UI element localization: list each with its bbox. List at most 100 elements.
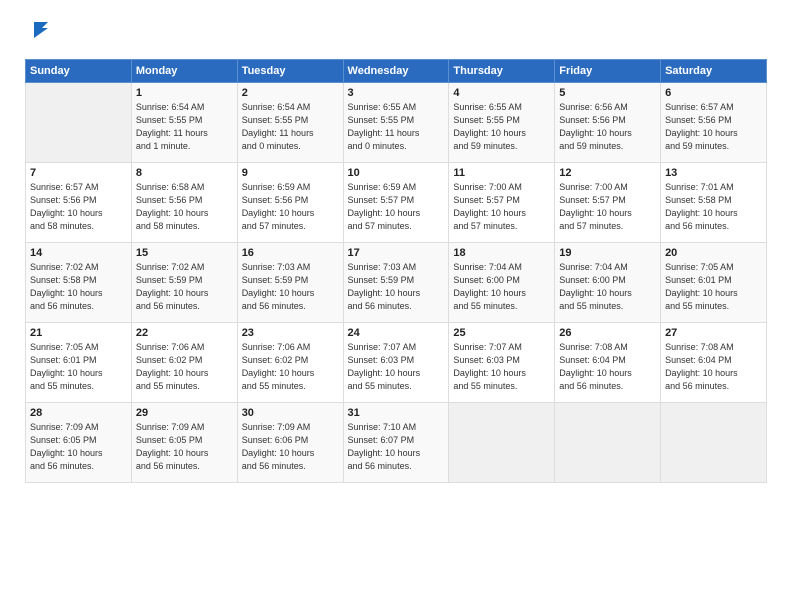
calendar-cell <box>449 403 555 483</box>
calendar-cell: 27 Sunrise: 7:08 AM Sunset: 6:04 PM Dayli… <box>661 323 767 403</box>
calendar-cell: 9 Sunrise: 6:59 AM Sunset: 5:56 PM Daylig… <box>237 163 343 243</box>
week-row-3: 14 Sunrise: 7:02 AM Sunset: 5:58 PM Dayli… <box>26 243 767 323</box>
day-number: 24 <box>348 327 445 339</box>
day-info: Sunrise: 6:58 AM Sunset: 5:56 PM Dayligh… <box>136 181 233 233</box>
calendar-cell: 10 Sunrise: 6:59 AM Sunset: 5:57 PM Dayli… <box>343 163 449 243</box>
calendar-cell: 26 Sunrise: 7:08 AM Sunset: 6:04 PM Dayli… <box>555 323 661 403</box>
header-cell-saturday: Saturday <box>661 60 767 83</box>
day-number: 17 <box>348 247 445 259</box>
day-number: 30 <box>242 407 339 419</box>
calendar-cell: 4 Sunrise: 6:55 AM Sunset: 5:55 PM Daylig… <box>449 83 555 163</box>
day-number: 18 <box>453 247 550 259</box>
header-cell-sunday: Sunday <box>26 60 132 83</box>
calendar-cell: 3 Sunrise: 6:55 AM Sunset: 5:55 PM Daylig… <box>343 83 449 163</box>
header-cell-monday: Monday <box>131 60 237 83</box>
week-row-1: 1 Sunrise: 6:54 AM Sunset: 5:55 PM Daylig… <box>26 83 767 163</box>
day-info: Sunrise: 7:04 AM Sunset: 6:00 PM Dayligh… <box>453 261 550 313</box>
day-number: 20 <box>665 247 762 259</box>
day-info: Sunrise: 7:01 AM Sunset: 5:58 PM Dayligh… <box>665 181 762 233</box>
page: SundayMondayTuesdayWednesdayThursdayFrid… <box>0 0 792 612</box>
day-info: Sunrise: 7:09 AM Sunset: 6:05 PM Dayligh… <box>30 421 127 473</box>
day-number: 13 <box>665 167 762 179</box>
day-number: 3 <box>348 87 445 99</box>
calendar-cell: 19 Sunrise: 7:04 AM Sunset: 6:00 PM Dayli… <box>555 243 661 323</box>
calendar-cell: 31 Sunrise: 7:10 AM Sunset: 6:07 PM Dayli… <box>343 403 449 483</box>
calendar-cell: 2Sunrise: 6:54 AM Sunset: 5:55 PM Daylig… <box>237 83 343 163</box>
calendar-cell: 30 Sunrise: 7:09 AM Sunset: 6:06 PM Dayli… <box>237 403 343 483</box>
day-info: Sunrise: 7:05 AM Sunset: 6:01 PM Dayligh… <box>665 261 762 313</box>
calendar-cell: 18 Sunrise: 7:04 AM Sunset: 6:00 PM Dayli… <box>449 243 555 323</box>
day-info: Sunrise: 7:02 AM Sunset: 5:59 PM Dayligh… <box>136 261 233 313</box>
day-info: Sunrise: 6:57 AM Sunset: 5:56 PM Dayligh… <box>665 101 762 153</box>
day-number: 10 <box>348 167 445 179</box>
calendar-cell: 28Sunrise: 7:09 AM Sunset: 6:05 PM Dayli… <box>26 403 132 483</box>
day-info: Sunrise: 7:07 AM Sunset: 6:03 PM Dayligh… <box>348 341 445 393</box>
calendar-cell: 15 Sunrise: 7:02 AM Sunset: 5:59 PM Dayli… <box>131 243 237 323</box>
day-info: Sunrise: 7:10 AM Sunset: 6:07 PM Dayligh… <box>348 421 445 473</box>
calendar-cell: 6 Sunrise: 6:57 AM Sunset: 5:56 PM Daylig… <box>661 83 767 163</box>
day-info: Sunrise: 7:05 AM Sunset: 6:01 PM Dayligh… <box>30 341 127 393</box>
calendar-cell: 29 Sunrise: 7:09 AM Sunset: 6:05 PM Dayli… <box>131 403 237 483</box>
day-info: Sunrise: 7:00 AM Sunset: 5:57 PM Dayligh… <box>559 181 656 233</box>
day-info: Sunrise: 7:09 AM Sunset: 6:05 PM Dayligh… <box>136 421 233 473</box>
calendar-cell <box>555 403 661 483</box>
day-number: 16 <box>242 247 339 259</box>
calendar-cell: 1 Sunrise: 6:54 AM Sunset: 5:55 PM Daylig… <box>131 83 237 163</box>
day-info: Sunrise: 6:55 AM Sunset: 5:55 PM Dayligh… <box>453 101 550 153</box>
day-info: Sunrise: 7:00 AM Sunset: 5:57 PM Dayligh… <box>453 181 550 233</box>
calendar-cell: 25Sunrise: 7:07 AM Sunset: 6:03 PM Dayli… <box>449 323 555 403</box>
day-info: Sunrise: 7:08 AM Sunset: 6:04 PM Dayligh… <box>559 341 656 393</box>
day-number: 22 <box>136 327 233 339</box>
week-row-4: 21 Sunrise: 7:05 AM Sunset: 6:01 PM Dayli… <box>26 323 767 403</box>
day-number: 14 <box>30 247 127 259</box>
logo-icon <box>28 20 50 42</box>
day-number: 1 <box>136 87 233 99</box>
calendar-cell: 23Sunrise: 7:06 AM Sunset: 6:02 PM Dayli… <box>237 323 343 403</box>
day-number: 23 <box>242 327 339 339</box>
day-number: 4 <box>453 87 550 99</box>
calendar-cell: 21 Sunrise: 7:05 AM Sunset: 6:01 PM Dayli… <box>26 323 132 403</box>
header <box>25 20 767 47</box>
day-info: Sunrise: 6:59 AM Sunset: 5:57 PM Dayligh… <box>348 181 445 233</box>
day-info: Sunrise: 6:57 AM Sunset: 5:56 PM Dayligh… <box>30 181 127 233</box>
calendar-cell: 14 Sunrise: 7:02 AM Sunset: 5:58 PM Dayli… <box>26 243 132 323</box>
day-number: 6 <box>665 87 762 99</box>
calendar-cell <box>26 83 132 163</box>
day-info: Sunrise: 7:02 AM Sunset: 5:58 PM Dayligh… <box>30 261 127 313</box>
calendar-cell: 5 Sunrise: 6:56 AM Sunset: 5:56 PM Daylig… <box>555 83 661 163</box>
calendar-cell: 8Sunrise: 6:58 AM Sunset: 5:56 PM Daylig… <box>131 163 237 243</box>
calendar-cell <box>661 403 767 483</box>
header-row: SundayMondayTuesdayWednesdayThursdayFrid… <box>26 60 767 83</box>
day-number: 27 <box>665 327 762 339</box>
day-info: Sunrise: 6:56 AM Sunset: 5:56 PM Dayligh… <box>559 101 656 153</box>
week-row-5: 28Sunrise: 7:09 AM Sunset: 6:05 PM Dayli… <box>26 403 767 483</box>
day-number: 7 <box>30 167 127 179</box>
day-info: Sunrise: 6:54 AM Sunset: 5:55 PM Dayligh… <box>136 101 233 153</box>
day-info: Sunrise: 7:09 AM Sunset: 6:06 PM Dayligh… <box>242 421 339 473</box>
logo <box>25 20 50 47</box>
day-number: 9 <box>242 167 339 179</box>
day-number: 31 <box>348 407 445 419</box>
day-number: 26 <box>559 327 656 339</box>
day-number: 15 <box>136 247 233 259</box>
day-info: Sunrise: 7:07 AM Sunset: 6:03 PM Dayligh… <box>453 341 550 393</box>
day-number: 5 <box>559 87 656 99</box>
header-cell-friday: Friday <box>555 60 661 83</box>
day-info: Sunrise: 6:55 AM Sunset: 5:55 PM Dayligh… <box>348 101 445 153</box>
day-number: 21 <box>30 327 127 339</box>
calendar-cell: 13 Sunrise: 7:01 AM Sunset: 5:58 PM Dayli… <box>661 163 767 243</box>
day-number: 11 <box>453 167 550 179</box>
day-number: 29 <box>136 407 233 419</box>
day-number: 19 <box>559 247 656 259</box>
header-cell-tuesday: Tuesday <box>237 60 343 83</box>
day-info: Sunrise: 7:04 AM Sunset: 6:00 PM Dayligh… <box>559 261 656 313</box>
day-info: Sunrise: 7:08 AM Sunset: 6:04 PM Dayligh… <box>665 341 762 393</box>
calendar-cell: 24 Sunrise: 7:07 AM Sunset: 6:03 PM Dayli… <box>343 323 449 403</box>
day-info: Sunrise: 6:59 AM Sunset: 5:56 PM Dayligh… <box>242 181 339 233</box>
calendar-cell: 12Sunrise: 7:00 AM Sunset: 5:57 PM Dayli… <box>555 163 661 243</box>
day-info: Sunrise: 7:03 AM Sunset: 5:59 PM Dayligh… <box>242 261 339 313</box>
calendar-cell: 22Sunrise: 7:06 AM Sunset: 6:02 PM Dayli… <box>131 323 237 403</box>
header-cell-thursday: Thursday <box>449 60 555 83</box>
calendar-cell: 20 Sunrise: 7:05 AM Sunset: 6:01 PM Dayli… <box>661 243 767 323</box>
calendar-cell: 11 Sunrise: 7:00 AM Sunset: 5:57 PM Dayli… <box>449 163 555 243</box>
